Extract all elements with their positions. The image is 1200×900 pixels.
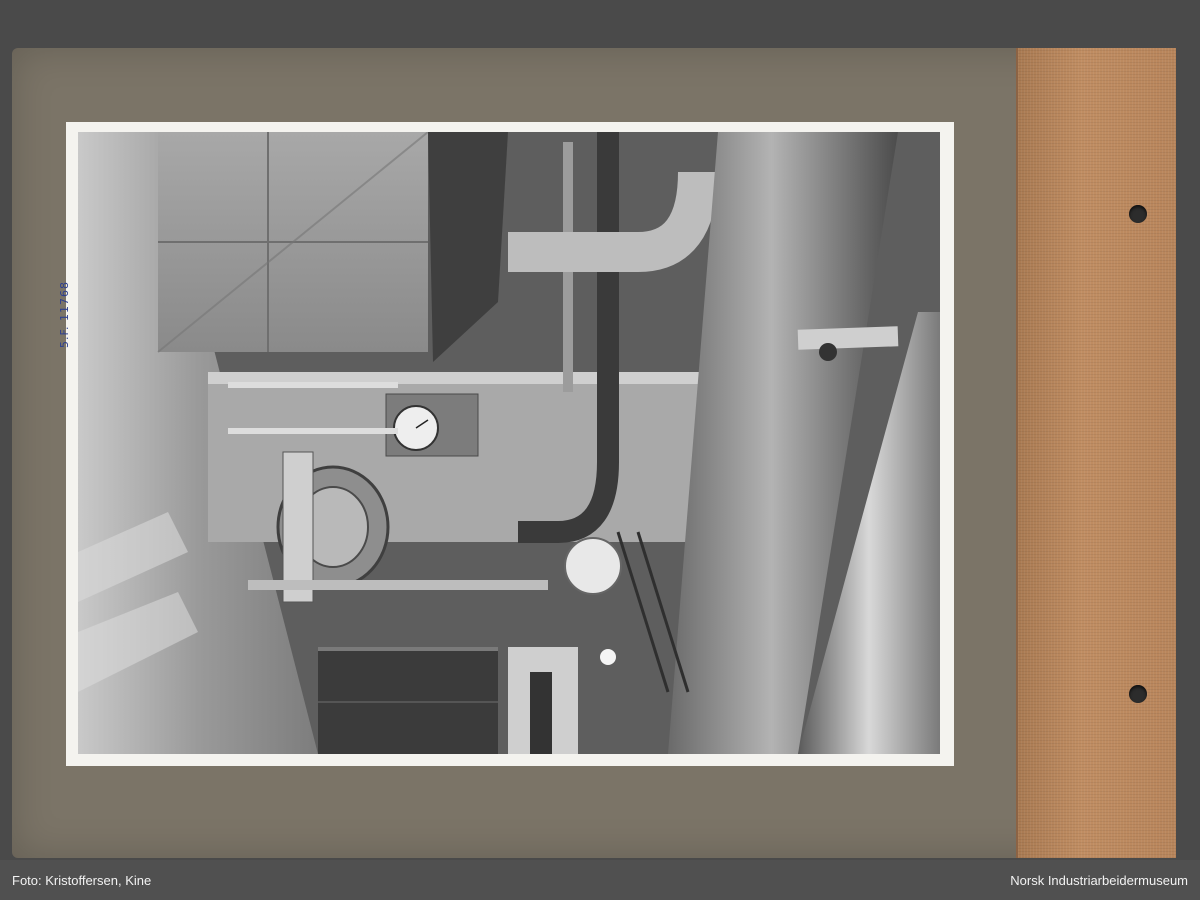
album-binding-spine [1016, 48, 1176, 858]
archive-photo [78, 132, 940, 754]
institution-name: Norsk Industriarbeidermuseum [1010, 872, 1188, 888]
handwritten-inscription: 5.F. 11768 [58, 280, 71, 348]
footer-bar: Foto: Kristoffersen, Kine Norsk Industri… [0, 860, 1200, 900]
photo-credit: Foto: Kristoffersen, Kine [12, 872, 152, 888]
photo-illustration [78, 132, 940, 754]
binding-hole-bottom [1129, 685, 1147, 703]
binding-hole-top [1129, 205, 1147, 223]
